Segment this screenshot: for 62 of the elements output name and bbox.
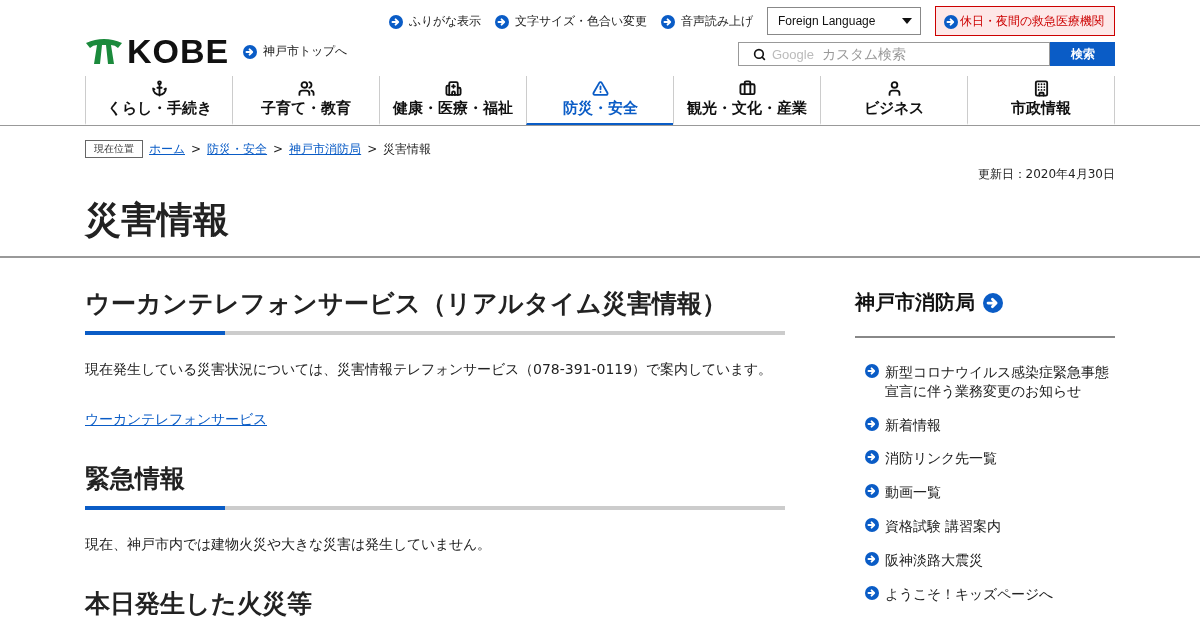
- nav-tab[interactable]: 子育て・教育: [232, 76, 379, 125]
- arrow-circle-icon: [865, 586, 879, 601]
- arrow-circle-icon: [243, 44, 258, 59]
- location-label: 現在位置: [85, 140, 143, 158]
- body-text: 現在発生している災害状況については、災害情報テレフォンサービス（078-391-0119）で案内しています。: [85, 360, 774, 379]
- sidebar-link[interactable]: 資格試験 講習案内: [855, 517, 1115, 537]
- people-icon: [297, 80, 315, 97]
- section-heading: 緊急情報: [85, 462, 186, 495]
- breadcrumb-separator: >: [191, 142, 202, 156]
- arrow-circle-icon: [495, 14, 509, 29]
- nav-tab[interactable]: 防災・安全: [526, 76, 673, 125]
- kobe-logo[interactable]: KOBE: [85, 34, 230, 68]
- building-icon: [1032, 80, 1050, 97]
- sidebar-link[interactable]: 動画一覧: [855, 483, 1115, 503]
- arrow-circle-icon: [865, 363, 879, 378]
- nav-tab[interactable]: くらし・手続き: [85, 76, 232, 125]
- sidebar-title[interactable]: 神戸市消防局: [855, 285, 1115, 316]
- sidebar-link[interactable]: 新着情報: [855, 415, 1115, 435]
- updated-date: 更新日：2020年4月30日: [977, 167, 1115, 181]
- arrow-circle-icon: [865, 416, 879, 431]
- breadcrumb-current: 災害情報: [383, 140, 432, 158]
- breadcrumb-link[interactable]: 防災・安全: [207, 140, 268, 158]
- search-brand-label: Google: [772, 46, 814, 62]
- language-select[interactable]: Foreign Language: [767, 7, 921, 35]
- utility-link[interactable]: ふりがな表示: [389, 12, 481, 30]
- logo-mark-icon: [85, 37, 123, 65]
- sidebar-link[interactable]: 消防リンク先一覧: [855, 449, 1115, 469]
- arrow-circle-icon: [865, 450, 879, 465]
- breadcrumb-link[interactable]: 神戸市消防局: [289, 140, 362, 158]
- arrow-circle-icon: [865, 552, 879, 567]
- section-heading: ウーカンテレフォンサービス（リアルタイム災害情報）: [85, 287, 728, 320]
- search-button[interactable]: 検索: [1050, 42, 1115, 66]
- service-link[interactable]: ウーカンテレフォンサービス: [85, 410, 267, 429]
- arrow-circle-icon: [661, 14, 675, 29]
- breadcrumb-separator: >: [273, 142, 284, 156]
- section-heading: 本日発生した火災等: [85, 587, 313, 620]
- body-text: 現在、神戸市内では建物火災や大きな災害は発生していません。: [85, 535, 492, 554]
- sidebar-link[interactable]: 阪神淡路大震災: [855, 551, 1115, 571]
- utility-link[interactable]: 音声読み上げ: [661, 12, 753, 30]
- emergency-button[interactable]: 休日・夜間の救急医療機関: [935, 6, 1115, 36]
- caret-icon: [902, 18, 912, 24]
- city-top-link[interactable]: 神戸市トップへ: [243, 42, 348, 60]
- search-icon: [753, 47, 766, 61]
- page-title: 災害情報: [85, 198, 230, 242]
- arrow-circle-icon: [944, 14, 958, 29]
- sidebar-link[interactable]: ようこそ！キッズページへ: [855, 585, 1115, 604]
- arrow-circle-icon: [865, 484, 879, 499]
- hospital-icon: [444, 80, 462, 97]
- warning-icon: [591, 80, 609, 97]
- breadcrumb-separator: >: [367, 142, 378, 156]
- arrow-circle-icon: [865, 518, 879, 533]
- utility-link[interactable]: 文字サイズ・色合い変更: [495, 12, 647, 30]
- briefcase-icon: [738, 80, 756, 97]
- breadcrumb-link[interactable]: ホーム: [149, 140, 185, 158]
- sidebar-link[interactable]: 新型コロナウイルス感染症緊急事態宣言に伴う業務変更のお知らせ: [855, 362, 1115, 401]
- nav-tab[interactable]: 市政情報: [967, 76, 1115, 125]
- arrow-circle-icon: [983, 292, 1003, 313]
- anchor-icon: [150, 80, 168, 97]
- arrow-circle-icon: [389, 14, 403, 29]
- nav-tab[interactable]: 健康・医療・福祉: [379, 76, 526, 125]
- nav-tab[interactable]: 観光・文化・産業: [673, 76, 820, 125]
- nav-tab[interactable]: ビジネス: [820, 76, 967, 125]
